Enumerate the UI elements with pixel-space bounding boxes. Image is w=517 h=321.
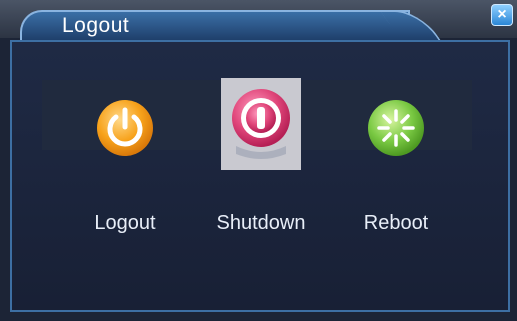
- reboot-button[interactable]: Reboot: [336, 80, 456, 240]
- shutdown-icon: [232, 89, 290, 159]
- logout-button[interactable]: Logout: [65, 80, 185, 240]
- logout-dialog: Logout × Logout Shutdown Reboot: [0, 0, 517, 321]
- close-button[interactable]: ×: [491, 4, 513, 26]
- shutdown-label: Shutdown: [216, 212, 306, 234]
- reboot-icon: [368, 100, 424, 156]
- power-icon: [97, 100, 153, 156]
- dialog-title: Logout: [62, 14, 130, 37]
- shutdown-button[interactable]: Shutdown: [201, 80, 321, 240]
- reboot-label: Reboot: [363, 212, 429, 234]
- logout-label: Logout: [94, 212, 156, 234]
